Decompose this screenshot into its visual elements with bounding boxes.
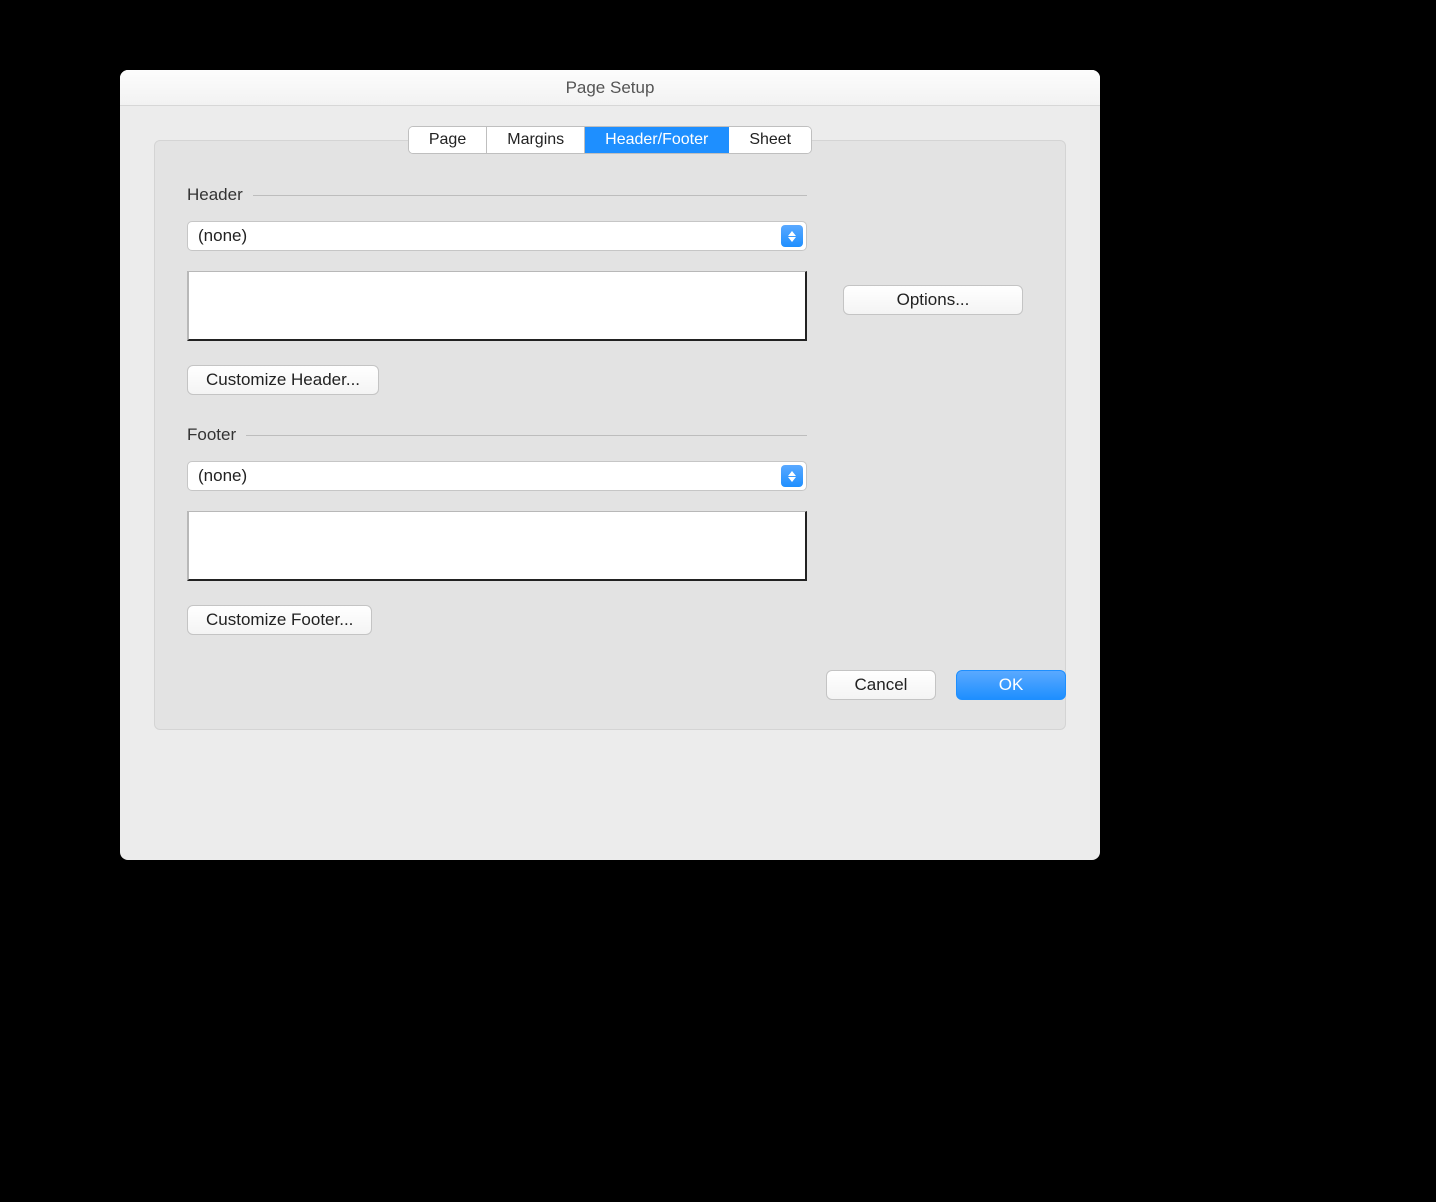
chevron-up-down-icon (781, 465, 803, 487)
tab-panel: Header (none) Customize Header... Footer (154, 140, 1066, 730)
tabstrip: Page Margins Header/Footer Sheet (154, 126, 1066, 154)
content: Page Margins Header/Footer Sheet Header … (120, 126, 1100, 730)
footer-label-row: Footer (187, 425, 807, 445)
window-title: Page Setup (566, 78, 655, 97)
panel-columns: Header (none) Customize Header... Footer (187, 185, 1033, 665)
header-label: Header (187, 185, 243, 205)
tab-page[interactable]: Page (409, 127, 487, 153)
footer-select-value: (none) (198, 466, 247, 486)
header-select[interactable]: (none) (187, 221, 807, 251)
tab-margins[interactable]: Margins (487, 127, 585, 153)
titlebar: Page Setup (120, 70, 1100, 106)
header-label-row: Header (187, 185, 807, 205)
header-divider (253, 195, 807, 196)
cancel-button[interactable]: Cancel (826, 670, 936, 700)
footer-select[interactable]: (none) (187, 461, 807, 491)
options-button[interactable]: Options... (843, 285, 1023, 315)
page-setup-window: Page Setup Page Margins Header/Footer Sh… (120, 70, 1100, 860)
right-column: Options... (843, 185, 1033, 315)
header-preview (187, 271, 807, 341)
tab-header-footer[interactable]: Header/Footer (585, 127, 729, 153)
header-section: Header (none) Customize Header... (187, 185, 807, 395)
tabs: Page Margins Header/Footer Sheet (408, 126, 812, 154)
customize-header-button[interactable]: Customize Header... (187, 365, 379, 395)
dialog-footer: Cancel OK (826, 670, 1066, 700)
footer-preview (187, 511, 807, 581)
footer-divider (246, 435, 807, 436)
footer-label: Footer (187, 425, 236, 445)
ok-button[interactable]: OK (956, 670, 1066, 700)
chevron-up-down-icon (781, 225, 803, 247)
tab-sheet[interactable]: Sheet (729, 127, 811, 153)
left-column: Header (none) Customize Header... Footer (187, 185, 807, 665)
customize-footer-button[interactable]: Customize Footer... (187, 605, 372, 635)
footer-section: Footer (none) Customize Footer... (187, 425, 807, 635)
header-select-value: (none) (198, 226, 247, 246)
